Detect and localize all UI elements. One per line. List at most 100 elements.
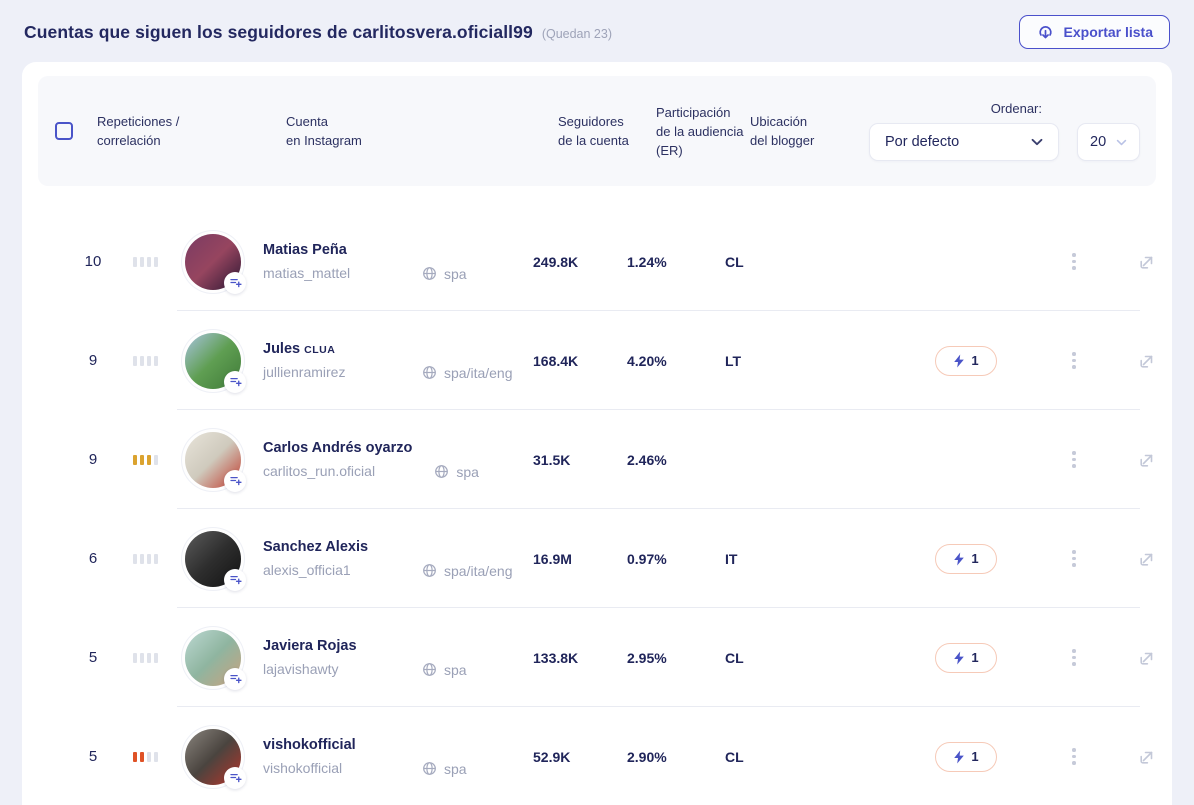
influencer-name-line[interactable]: Matias Peña — [263, 242, 400, 258]
export-list-label: Exportar lista — [1064, 24, 1153, 40]
add-to-list-button[interactable] — [224, 569, 246, 591]
globe-icon — [422, 662, 437, 677]
column-account: Cuenta en Instagram — [286, 112, 558, 150]
chevron-down-icon — [1116, 139, 1127, 146]
influencer-name: Sanchez Alexis — [263, 539, 368, 555]
arrow-up-right-icon — [1138, 451, 1156, 469]
add-to-list-button[interactable] — [224, 371, 246, 393]
table-row: 5 Javiera Rojas — [22, 608, 1172, 707]
sort-select-value: Por defecto — [885, 134, 959, 150]
table-row: 5 vishokofficial — [22, 707, 1172, 805]
sort-label: Ordenar: — [991, 101, 1042, 116]
username: matias_mattel — [263, 265, 400, 281]
globe-icon — [422, 761, 437, 776]
table-row: 9 Jules CLUA j — [22, 311, 1172, 410]
lightning-bolt-icon — [953, 354, 965, 368]
globe-icon — [422, 266, 437, 281]
correlation-bars — [133, 455, 179, 465]
lightning-bolt-icon — [953, 552, 965, 566]
add-to-list-button[interactable] — [224, 668, 246, 690]
row-menu-button[interactable] — [1067, 249, 1081, 274]
select-all-checkbox[interactable] — [55, 122, 73, 140]
influencer-name-line[interactable]: Jules CLUA — [263, 341, 400, 357]
arrow-up-right-icon — [1138, 352, 1156, 370]
arrow-up-right-icon — [1138, 649, 1156, 667]
influencer-name: Carlos Andrés oyarzo — [263, 440, 412, 456]
er-value: 2.46% — [627, 452, 725, 468]
followers-value: 168.4K — [533, 353, 627, 369]
boost-count: 1 — [971, 551, 978, 566]
followers-value: 16.9M — [533, 551, 627, 567]
languages: spa/ita/eng — [444, 365, 513, 381]
arrow-up-right-icon — [1138, 550, 1156, 568]
influencer-name: Jules — [263, 341, 300, 357]
location-value: CL — [725, 650, 785, 666]
location-value: CL — [725, 254, 785, 270]
open-profile-button[interactable] — [1138, 748, 1156, 766]
row-menu-button[interactable] — [1067, 546, 1081, 571]
row-menu-button[interactable] — [1067, 348, 1081, 373]
er-value: 1.24% — [627, 254, 725, 270]
languages: spa — [444, 662, 467, 678]
languages-cell: spa — [422, 638, 467, 678]
influencer-name-line[interactable]: vishokofficial — [263, 737, 400, 753]
page-size-select[interactable]: 20 — [1077, 123, 1140, 161]
boost-button[interactable]: 1 — [935, 742, 997, 772]
followers-value: 249.8K — [533, 254, 627, 270]
add-to-list-button[interactable] — [224, 470, 246, 492]
location-value: LT — [725, 353, 785, 369]
open-profile-button[interactable] — [1138, 352, 1156, 370]
username: carlitos_run.oficial — [263, 463, 412, 479]
arrow-up-right-icon — [1138, 253, 1156, 271]
er-value: 2.90% — [627, 749, 725, 765]
correlation-bars — [133, 653, 179, 663]
username: alexis_officia1 — [263, 562, 400, 578]
kebab-vertical-icon — [1072, 649, 1076, 653]
correlation-bars — [133, 257, 179, 267]
repetitions-count: 9 — [68, 451, 118, 468]
playlist-add-icon — [229, 573, 242, 586]
repetitions-count: 10 — [68, 253, 118, 270]
boost-button[interactable]: 1 — [935, 544, 997, 574]
followers-value: 133.8K — [533, 650, 627, 666]
column-engagement: Participación de la audiencia (ER) — [656, 103, 750, 160]
location-value: IT — [725, 551, 785, 567]
boost-button[interactable]: 1 — [935, 643, 997, 673]
cloud-download-icon — [1036, 23, 1055, 42]
influencer-name: vishokofficial — [263, 737, 356, 753]
kebab-vertical-icon — [1072, 550, 1076, 554]
influencer-name-line[interactable]: Javiera Rojas — [263, 638, 400, 654]
kebab-vertical-icon — [1072, 253, 1076, 257]
chevron-down-icon — [1031, 138, 1043, 146]
boost-count: 1 — [971, 353, 978, 368]
table-header: Repeticiones / correlación Cuenta en Ins… — [38, 76, 1156, 186]
playlist-add-icon — [229, 771, 242, 784]
row-menu-button[interactable] — [1067, 744, 1081, 769]
followers-value: 52.9K — [533, 749, 627, 765]
sort-select[interactable]: Por defecto — [869, 123, 1059, 161]
languages-cell: spa/ita/eng — [422, 341, 513, 381]
kebab-vertical-icon — [1072, 748, 1076, 752]
add-to-list-button[interactable] — [224, 767, 246, 789]
page-title-wrap: Cuentas que siguen los seguidores de car… — [24, 22, 612, 43]
open-profile-button[interactable] — [1138, 451, 1156, 469]
column-repetitions: Repeticiones / correlación — [97, 112, 286, 150]
open-profile-button[interactable] — [1138, 649, 1156, 667]
open-profile-button[interactable] — [1138, 550, 1156, 568]
open-profile-button[interactable] — [1138, 253, 1156, 271]
influencer-name-line[interactable]: Sanchez Alexis — [263, 539, 400, 555]
correlation-bars — [133, 752, 179, 762]
add-to-list-button[interactable] — [224, 272, 246, 294]
influencer-name-line[interactable]: Carlos Andrés oyarzo — [263, 440, 412, 456]
row-menu-button[interactable] — [1067, 447, 1081, 472]
correlation-bars — [133, 554, 179, 564]
globe-icon — [422, 563, 437, 578]
kebab-vertical-icon — [1072, 451, 1076, 455]
languages: spa — [444, 761, 467, 777]
languages: spa — [456, 464, 479, 480]
boost-button[interactable]: 1 — [935, 346, 997, 376]
row-menu-button[interactable] — [1067, 645, 1081, 670]
boost-count: 1 — [971, 749, 978, 764]
export-list-button[interactable]: Exportar lista — [1019, 15, 1170, 49]
column-location: Ubicación del blogger — [750, 112, 860, 150]
